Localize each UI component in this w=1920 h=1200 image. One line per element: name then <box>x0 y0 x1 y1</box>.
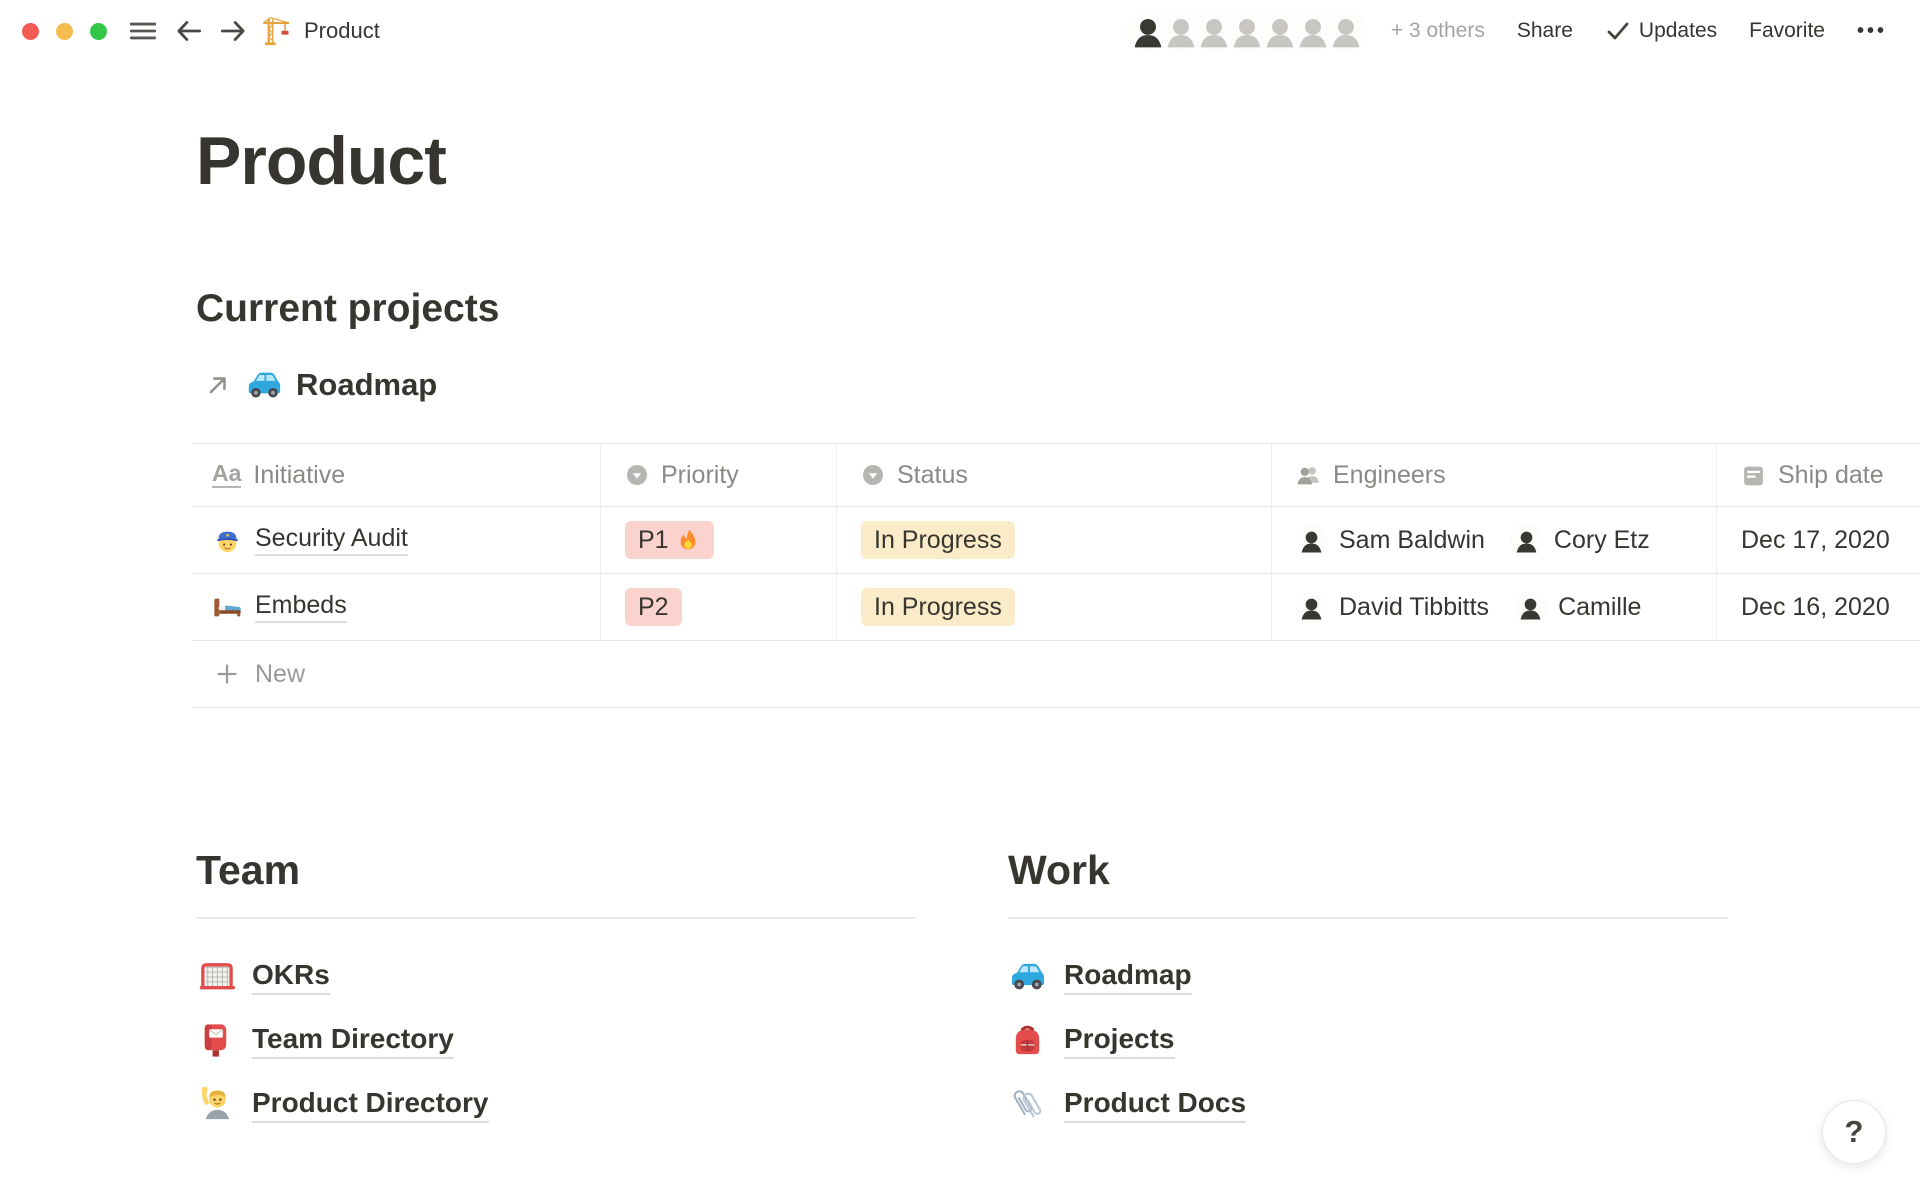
backpack-emoji <box>1008 1021 1047 1060</box>
roadmap-page-link[interactable]: Roadmap <box>204 366 437 404</box>
car-emoji <box>245 366 283 404</box>
zoom-window-button[interactable] <box>90 23 107 40</box>
breadcrumb[interactable]: Product <box>261 16 380 47</box>
column-header-priority[interactable]: Priority <box>601 444 837 506</box>
priority-badge: P1 <box>625 521 714 559</box>
raising-hand-emoji <box>196 1085 235 1124</box>
avatar <box>1511 525 1542 556</box>
team-heading: Team <box>196 845 916 895</box>
engineers-cell[interactable]: David Tibbitts Camille <box>1272 574 1717 640</box>
minimize-window-button[interactable] <box>56 23 73 40</box>
more-menu-button[interactable]: ••• <box>1857 20 1887 43</box>
team-section: Team OKRs Team Directory Product Directo… <box>196 845 916 1137</box>
paperclips-emoji <box>1008 1085 1047 1124</box>
engineers-cell[interactable]: Sam Baldwin Cory Etz <box>1272 507 1717 573</box>
avatar <box>1296 525 1327 556</box>
engineer-entry: David Tibbitts <box>1296 592 1489 623</box>
new-row-button[interactable]: New <box>192 641 1920 708</box>
app-window: Product + 3 others Share Updates Favorit… <box>0 0 1920 1200</box>
window-controls <box>22 23 107 40</box>
column-header-ship-date[interactable]: Ship date <box>1717 444 1920 506</box>
car-emoji <box>1008 957 1047 996</box>
team-link-team-directory[interactable]: Team Directory <box>196 1009 916 1073</box>
avatar <box>1325 10 1367 52</box>
favorite-button[interactable]: Favorite <box>1749 19 1825 43</box>
top-bar: Product + 3 others Share Updates Favorit… <box>0 0 1920 62</box>
goal-net-emoji <box>196 957 235 996</box>
share-button[interactable]: Share <box>1517 19 1573 43</box>
work-link-roadmap[interactable]: Roadmap <box>1008 945 1728 1009</box>
select-property-icon <box>625 463 649 487</box>
roadmap-link-title: Roadmap <box>296 367 437 403</box>
divider <box>1008 917 1728 919</box>
forward-button[interactable] <box>217 15 249 47</box>
bed-emoji <box>212 592 243 623</box>
fire-emoji <box>676 528 701 553</box>
work-section: Work Roadmap Projects Product Docs <box>1008 845 1728 1137</box>
police-officer-emoji <box>212 525 243 556</box>
status-badge: In Progress <box>861 588 1015 626</box>
work-link-projects[interactable]: Projects <box>1008 1009 1728 1073</box>
table-row: Security Audit P1 In Progress Sam Baldwi… <box>192 507 1920 574</box>
check-icon <box>1605 18 1631 44</box>
table-row: Embeds P2 In Progress David Tibbitts <box>192 574 1920 641</box>
ship-date-cell[interactable]: Dec 17, 2020 <box>1717 507 1920 573</box>
north-east-arrow-icon <box>204 371 232 399</box>
back-button[interactable] <box>173 15 205 47</box>
postbox-emoji <box>196 1021 235 1060</box>
status-cell[interactable]: In Progress <box>837 574 1272 640</box>
status-cell[interactable]: In Progress <box>837 507 1272 573</box>
help-label: ? <box>1845 1114 1864 1150</box>
work-heading: Work <box>1008 845 1728 895</box>
column-header-status[interactable]: Status <box>837 444 1272 506</box>
projects-table: Aa Initiative Priority Status Engineers <box>192 443 1920 708</box>
column-header-engineers[interactable]: Engineers <box>1272 444 1717 506</box>
work-link-product-docs[interactable]: Product Docs <box>1008 1073 1728 1137</box>
close-window-button[interactable] <box>22 23 39 40</box>
initiative-cell[interactable]: Embeds <box>192 574 601 640</box>
engineer-entry: Camille <box>1515 592 1641 623</box>
help-button[interactable]: ? <box>1822 1100 1886 1164</box>
team-link-product-directory[interactable]: Product Directory <box>196 1073 916 1137</box>
breadcrumb-title: Product <box>304 18 380 44</box>
column-header-initiative[interactable]: Aa Initiative <box>192 444 601 506</box>
team-link-okrs[interactable]: OKRs <box>196 945 916 1009</box>
current-projects-heading: Current projects <box>196 287 499 331</box>
collaborator-avatars[interactable] <box>1127 10 1367 52</box>
new-row-label: New <box>255 660 305 689</box>
priority-cell[interactable]: P1 <box>601 507 837 573</box>
more-collaborators-label[interactable]: + 3 others <box>1391 19 1485 43</box>
initiative-link[interactable]: Embeds <box>255 591 347 623</box>
text-property-icon: Aa <box>212 462 241 488</box>
initiative-cell[interactable]: Security Audit <box>192 507 601 573</box>
updates-label: Updates <box>1639 19 1717 43</box>
priority-cell[interactable]: P2 <box>601 574 837 640</box>
ship-date-cell[interactable]: Dec 16, 2020 <box>1717 574 1920 640</box>
person-property-icon <box>1296 463 1321 488</box>
page-title[interactable]: Product <box>196 122 446 200</box>
avatar <box>1296 592 1327 623</box>
table-header-row: Aa Initiative Priority Status Engineers <box>192 443 1920 507</box>
initiative-link[interactable]: Security Audit <box>255 524 408 556</box>
engineer-entry: Sam Baldwin <box>1296 525 1485 556</box>
divider <box>196 917 916 919</box>
select-property-icon <box>861 463 885 487</box>
status-badge: In Progress <box>861 521 1015 559</box>
priority-badge: P2 <box>625 588 682 626</box>
crane-emoji <box>261 16 292 47</box>
sidebar-toggle-icon[interactable] <box>127 15 159 47</box>
top-bar-actions: + 3 others Share Updates Favorite ••• <box>1127 0 1887 62</box>
engineer-entry: Cory Etz <box>1511 525 1650 556</box>
date-property-icon <box>1741 463 1766 488</box>
avatar <box>1515 592 1546 623</box>
plus-icon <box>214 661 240 687</box>
updates-button[interactable]: Updates <box>1605 18 1717 44</box>
